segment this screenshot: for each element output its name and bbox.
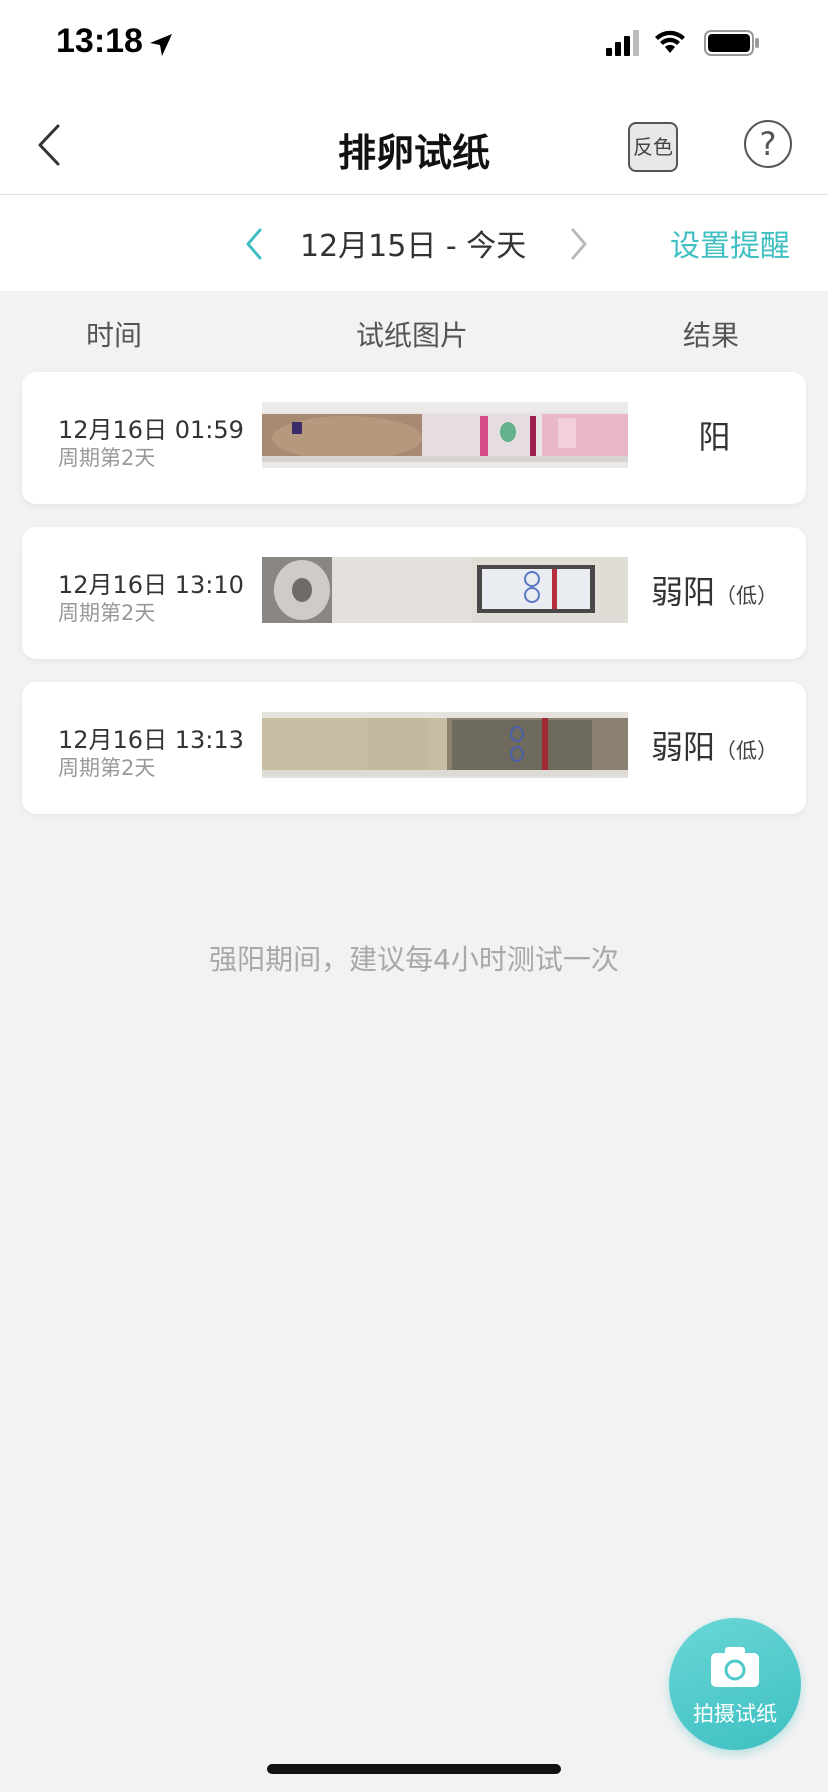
result-label: 弱阳 (650, 573, 715, 611)
home-indicator (267, 1764, 561, 1774)
signal-icon (606, 30, 639, 56)
status-bar: 13:18 (0, 0, 828, 90)
location-arrow-icon (148, 32, 174, 62)
result-note: （低） (715, 739, 778, 763)
record-result: 弱阳（低） (632, 567, 797, 613)
chevron-right-icon[interactable] (568, 227, 590, 265)
record-result: 弱阳（低） (632, 722, 797, 768)
result-label: 弱阳 (650, 728, 715, 766)
test-strip-image[interactable] (262, 402, 628, 468)
record-time: 12月16日 13:10 (58, 571, 244, 599)
capture-label: 拍摄试纸 (693, 1702, 777, 1726)
page-title: 排卵试纸 (337, 131, 490, 175)
record-cycle-day: 周期第2天 (58, 446, 156, 470)
wifi-icon (655, 30, 685, 53)
invert-color-button[interactable]: 反色 (628, 122, 678, 172)
status-time: 13:18 (56, 22, 143, 60)
chevron-left-icon[interactable] (243, 227, 265, 265)
camera-icon (710, 1646, 760, 1692)
result-note: （低） (715, 584, 778, 608)
record-time: 12月16日 13:13 (58, 726, 244, 754)
record-card[interactable]: 12月16日 13:13 周期第2天 弱阳（低） (22, 682, 806, 814)
date-selector: 12月15日 - 今天 设置提醒 (0, 195, 828, 291)
capture-strip-button[interactable]: 拍摄试纸 (669, 1618, 801, 1750)
battery-icon (704, 30, 759, 56)
set-reminder-link[interactable]: 设置提醒 (670, 221, 790, 265)
test-strip-image[interactable] (262, 557, 628, 623)
nav-bar: 排卵试纸 反色 ? (0, 90, 828, 195)
record-result: 阳 (632, 412, 797, 458)
record-card[interactable]: 12月16日 01:59 周期第2天 阳 (22, 372, 806, 504)
column-header-result: 结果 (683, 319, 740, 352)
column-header-time: 时间 (86, 319, 143, 352)
record-cycle-day: 周期第2天 (58, 756, 156, 780)
test-strip-image[interactable] (262, 712, 628, 778)
record-cycle-day: 周期第2天 (58, 601, 156, 625)
date-range-label: 12月15日 - 今天 (300, 229, 527, 264)
question-icon[interactable]: ? (744, 120, 792, 168)
result-label: 阳 (698, 418, 731, 456)
record-time: 12月16日 01:59 (58, 416, 244, 444)
column-header-image: 试纸图片 (356, 319, 469, 352)
record-card[interactable]: 12月16日 13:10 周期第2天 弱阳（低） (22, 527, 806, 659)
testing-tip: 强阳期间，建议每4小时测试一次 (209, 943, 619, 976)
